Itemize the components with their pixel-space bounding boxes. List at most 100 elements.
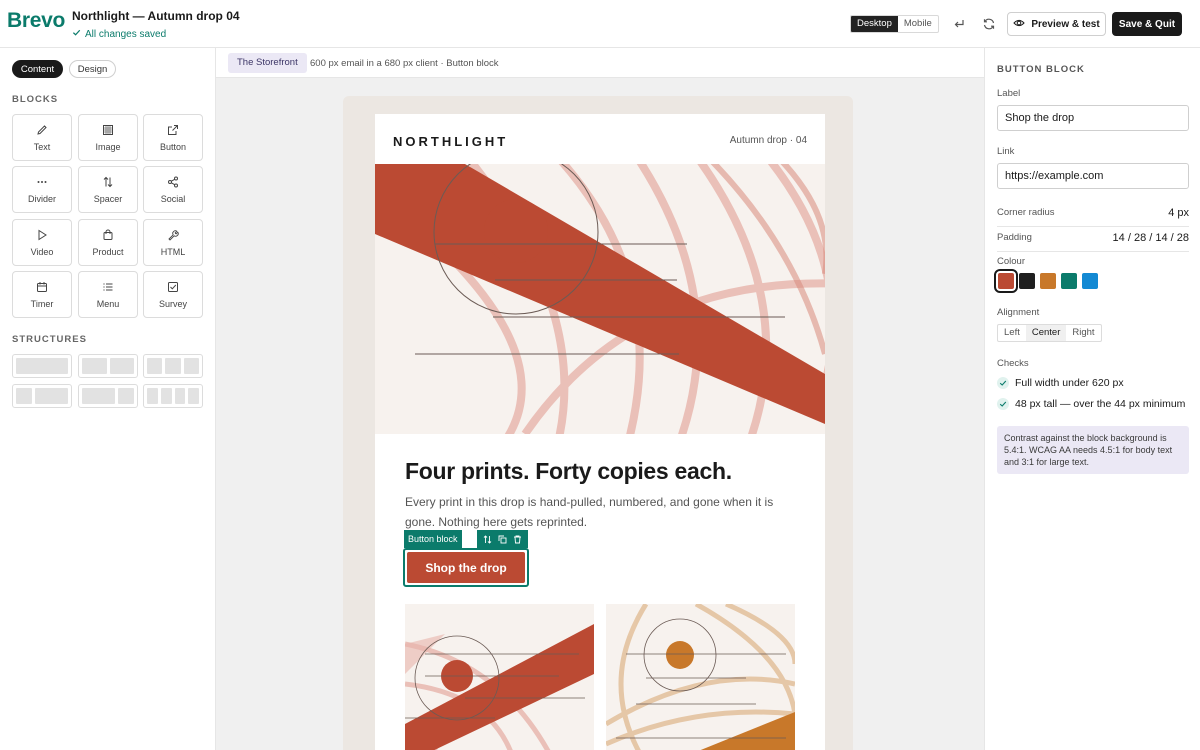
left-sidebar: Content Design BLOCKS Text Image Button … — [0, 48, 216, 750]
dots-icon — [36, 176, 48, 188]
divider — [997, 251, 1189, 252]
block-social[interactable]: Social — [143, 166, 203, 213]
corner-radius-label: Corner radius — [997, 207, 1055, 218]
delete-icon[interactable] — [512, 534, 523, 545]
undo-icon[interactable] — [950, 15, 968, 33]
colour-swatch-green[interactable] — [1061, 273, 1077, 289]
product-thumbnail-red[interactable] — [405, 604, 594, 750]
email-issue[interactable]: Autumn drop · 04 — [730, 135, 807, 146]
checkbox-icon — [167, 281, 179, 293]
shopping-bag-icon — [102, 229, 114, 241]
external-link-icon — [167, 124, 179, 136]
device-toggle: Desktop Mobile — [850, 15, 939, 33]
block-label: Divider — [27, 193, 56, 204]
storefront-chip[interactable]: The Storefront — [228, 53, 307, 73]
divider — [997, 226, 1189, 227]
padding-row[interactable]: Padding 14 / 28 / 14 / 28 — [997, 232, 1189, 248]
align-left-button[interactable]: Left — [998, 325, 1026, 341]
block-html[interactable]: HTML — [143, 219, 203, 266]
list-icon — [102, 281, 114, 293]
structure-one-third-two-thirds[interactable] — [12, 384, 72, 408]
preview-test-label: Preview & test — [1031, 18, 1100, 30]
properties-panel: BUTTON BLOCK Label Link Corner radius 4 … — [984, 48, 1200, 750]
save-status-text: All changes saved — [85, 28, 167, 40]
alignment-toggle: Left Center Right — [997, 324, 1102, 342]
corner-radius-value[interactable]: 4 px — [1168, 207, 1189, 223]
block-button[interactable]: Button — [143, 114, 203, 161]
shop-the-drop-button[interactable]: Shop the drop — [407, 552, 525, 583]
pencil-icon — [36, 124, 48, 136]
document-title: Northlight — Autumn drop 04 — [72, 9, 240, 23]
block-label: Menu — [96, 298, 120, 309]
align-right-button[interactable]: Right — [1066, 325, 1100, 341]
save-status: All changes saved — [72, 28, 166, 40]
colour-swatch-ochre[interactable] — [1040, 273, 1056, 289]
colour-swatch-black[interactable] — [1019, 273, 1035, 289]
block-image[interactable]: Image — [78, 114, 138, 161]
duplicate-icon[interactable] — [497, 534, 508, 545]
block-video[interactable]: Video — [12, 219, 72, 266]
email-brand[interactable]: NORTHLIGHT — [393, 134, 508, 149]
eye-icon — [1013, 17, 1026, 32]
check-icon — [997, 377, 1009, 389]
product-thumbnail-ochre[interactable] — [606, 604, 795, 750]
preview-test-button[interactable]: Preview & test — [1007, 12, 1106, 36]
hero-image[interactable] — [375, 164, 825, 434]
selected-button-frame: Shop the drop — [403, 548, 529, 587]
structures-heading: STRUCTURES — [12, 334, 87, 345]
structure-four-columns[interactable] — [143, 384, 203, 408]
colour-swatch-blue[interactable] — [1082, 273, 1098, 289]
brevo-logo[interactable]: Brevo — [7, 9, 65, 33]
block-label: Image — [95, 141, 121, 152]
share-icon — [167, 176, 179, 188]
button-link-input[interactable] — [997, 163, 1189, 189]
save-quit-button[interactable]: Save & Quit — [1112, 12, 1182, 36]
corner-radius-row[interactable]: Corner radius 4 px — [997, 207, 1189, 223]
structure-three-columns[interactable] — [143, 354, 203, 378]
move-icon[interactable] — [482, 534, 493, 545]
device-desktop-button[interactable]: Desktop — [851, 16, 898, 32]
block-survey[interactable]: Survey — [143, 271, 203, 318]
block-label: Button — [159, 141, 187, 152]
structure-two-columns[interactable] — [78, 354, 138, 378]
check-text: Full width under 620 px — [1015, 377, 1124, 389]
block-label: Video — [30, 246, 54, 257]
padding-value[interactable]: 14 / 28 / 14 / 28 — [1113, 232, 1189, 248]
email-body-copy[interactable]: Every print in this drop is hand-pulled,… — [405, 492, 795, 532]
canvas-meta-text: 600 px email in a 680 px client · Button… — [310, 58, 499, 69]
colour-swatch-red[interactable] — [994, 269, 1018, 293]
block-label: Social — [160, 193, 186, 204]
structure-one-column[interactable] — [12, 354, 72, 378]
top-bar: Brevo Northlight — Autumn drop 04 All ch… — [0, 0, 1200, 48]
tab-design[interactable]: Design — [69, 60, 116, 78]
block-text[interactable]: Text — [12, 114, 72, 161]
check-item: Full width under 620 px — [997, 377, 1124, 389]
block-label: Spacer — [93, 193, 123, 204]
email-body: NORTHLIGHT Autumn drop · 04 Four prints.… — [375, 114, 825, 750]
image-grid-icon — [102, 124, 114, 136]
label-field-label: Label — [997, 88, 1021, 99]
block-label: Survey — [158, 298, 187, 309]
structure-two-thirds-one-third[interactable] — [78, 384, 138, 408]
block-spacer[interactable]: Spacer — [78, 166, 138, 213]
calendar-icon — [36, 281, 48, 293]
checks-label: Checks — [997, 358, 1029, 369]
block-timer[interactable]: Timer — [12, 271, 72, 318]
selected-block-tag: Button block — [404, 530, 462, 548]
check-icon — [997, 398, 1009, 410]
colour-label: Colour — [997, 256, 1025, 267]
block-label: Product — [92, 246, 124, 257]
check-item: 48 px tall — over the 44 px minimum — [997, 398, 1185, 410]
tab-content[interactable]: Content — [12, 60, 63, 78]
device-mobile-button[interactable]: Mobile — [898, 16, 938, 32]
align-center-button[interactable]: Center — [1025, 325, 1067, 341]
refresh-icon[interactable] — [980, 15, 998, 33]
block-product[interactable]: Product — [78, 219, 138, 266]
email-canvas: The Storefront 600 px email in a 680 px … — [216, 48, 984, 750]
block-divider[interactable]: Divider — [12, 166, 72, 213]
block-label: Text — [33, 141, 51, 152]
button-label-input[interactable] — [997, 105, 1189, 131]
selected-block-toolbar: Button block — [404, 530, 528, 548]
email-headline[interactable]: Four prints. Forty copies each. — [405, 458, 732, 485]
block-menu[interactable]: Menu — [78, 271, 138, 318]
